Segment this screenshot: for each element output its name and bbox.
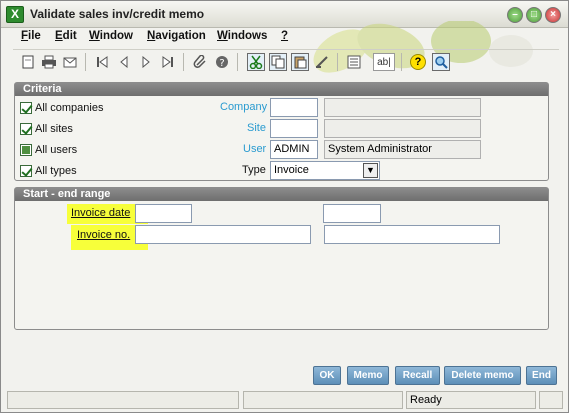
invoice-no-end-field[interactable]: [324, 225, 500, 244]
menu-edit[interactable]: Edit: [55, 30, 77, 42]
status-bar: Ready: [1, 389, 568, 413]
first-record-icon[interactable]: [93, 53, 111, 71]
user-label: User: [243, 143, 267, 155]
all-companies-label: All companies: [35, 102, 104, 114]
app-logo-icon: X: [6, 6, 24, 23]
invoice-no-start-field[interactable]: [135, 225, 311, 244]
copy-icon[interactable]: [269, 53, 287, 71]
delete-memo-button[interactable]: Delete memo: [444, 366, 521, 385]
window-title: Validate sales inv/credit memo: [30, 7, 205, 21]
list-view-icon[interactable]: [345, 53, 363, 71]
invoice-date-end-field[interactable]: [323, 204, 381, 223]
status-cell-2: [243, 391, 403, 409]
site-label: Site: [247, 122, 266, 134]
attachment-icon[interactable]: [191, 53, 209, 71]
recall-button[interactable]: Recall: [395, 366, 440, 385]
all-companies-checkbox[interactable]: [20, 102, 32, 114]
help-icon[interactable]: ?: [410, 54, 426, 70]
previous-record-icon[interactable]: [115, 53, 133, 71]
site-description-field: [324, 119, 481, 138]
info-icon[interactable]: ?: [213, 53, 231, 71]
text-field-icon[interactable]: ab|: [373, 53, 395, 71]
site-field[interactable]: [270, 119, 318, 138]
chevron-down-icon[interactable]: ▼: [363, 163, 378, 178]
menu-navigation[interactable]: Navigation: [147, 30, 206, 42]
type-select[interactable]: Invoice ▼: [270, 161, 380, 180]
ok-button[interactable]: OK: [313, 366, 341, 385]
criteria-panel: Criteria All companies All sites All use…: [14, 82, 549, 181]
invoice-no-label[interactable]: Invoice no.: [77, 229, 130, 241]
status-cell-1: [7, 391, 239, 409]
menu-windows[interactable]: Windows: [217, 30, 267, 42]
email-icon[interactable]: [61, 53, 79, 71]
company-label: Company: [220, 101, 268, 113]
memo-button[interactable]: Memo: [347, 366, 389, 385]
user-name-field: System Administrator: [324, 140, 481, 159]
all-types-checkbox[interactable]: [20, 165, 32, 177]
print-icon[interactable]: [40, 53, 58, 71]
user-field[interactable]: ADMIN: [270, 140, 318, 159]
type-label: Type: [242, 164, 266, 176]
menu-window[interactable]: Window: [89, 30, 133, 42]
end-button[interactable]: End: [526, 366, 557, 385]
invoice-date-start-field[interactable]: [135, 204, 192, 223]
search-icon[interactable]: [432, 53, 450, 71]
range-header: Start - end range: [15, 188, 548, 201]
company-field[interactable]: [270, 98, 318, 117]
toolbar: ? ab| ?: [13, 49, 559, 73]
all-types-label: All types: [35, 165, 77, 177]
cut-icon[interactable]: [247, 53, 265, 71]
main-window: X Validate sales inv/credit memo – □ × F…: [0, 0, 569, 413]
all-users-checkbox[interactable]: [20, 144, 32, 156]
criteria-header: Criteria: [15, 83, 548, 96]
range-panel: Start - end range Invoice date Invoice n…: [14, 187, 549, 330]
last-record-icon[interactable]: [159, 53, 177, 71]
invoice-date-label[interactable]: Invoice date: [71, 207, 130, 219]
status-text: Ready: [406, 391, 536, 409]
company-description-field: [324, 98, 481, 117]
close-button[interactable]: ×: [545, 7, 561, 23]
menu-file[interactable]: File: [21, 30, 41, 42]
new-document-icon[interactable]: [19, 53, 37, 71]
all-sites-checkbox[interactable]: [20, 123, 32, 135]
next-record-icon[interactable]: [137, 53, 155, 71]
paste-icon[interactable]: [291, 53, 309, 71]
menu-bar: File Edit Window Navigation Windows ?: [13, 29, 559, 47]
format-icon[interactable]: [313, 53, 331, 71]
all-sites-label: All sites: [35, 123, 73, 135]
svg-text:?: ?: [219, 58, 224, 69]
status-cell-4: [539, 391, 563, 409]
type-select-value: Invoice: [274, 164, 309, 176]
menu-help[interactable]: ?: [281, 30, 288, 42]
all-users-label: All users: [35, 144, 78, 156]
